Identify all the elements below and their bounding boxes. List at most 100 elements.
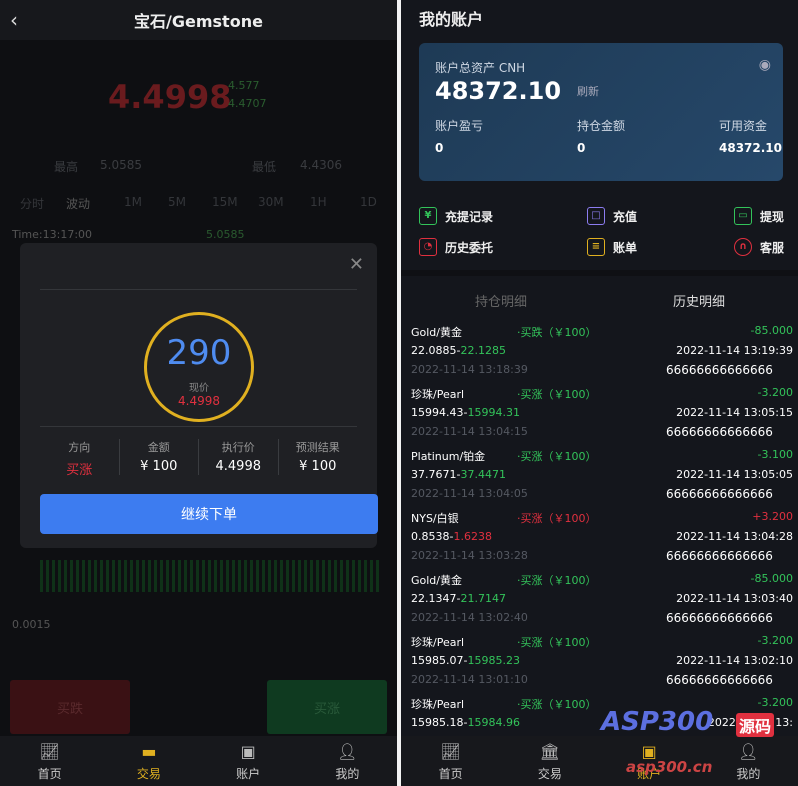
close-time: 2022-11-14 13:19:39: [676, 344, 793, 357]
open-price: 22.1347-: [411, 592, 461, 605]
tab-period[interactable]: 分时: [20, 195, 44, 212]
trade-prices: 0.8538-1.6238: [411, 530, 492, 543]
open-time: 2022-11-14 13:04:15: [411, 425, 528, 438]
order-id: 66666666666666: [666, 425, 773, 439]
trade-row[interactable]: 珍珠/Pearl ·买涨（￥100） -3.200 15985.07-15985.23…: [411, 632, 795, 694]
trade-prices: 37.7671-37.4471: [411, 468, 506, 481]
tab-positions[interactable]: 持仓明细: [475, 291, 527, 310]
close-price: 15984.96: [467, 716, 520, 729]
eye-icon[interactable]: ◉: [759, 57, 771, 73]
nav-account[interactable]: ▣ 账户: [199, 736, 298, 786]
order-modal: ✕ 290 现价 4.4998 方向 买涨 金额 ¥ 100 执行价 4.499…: [20, 243, 378, 548]
watermark-url: asp300.cn: [626, 758, 713, 776]
service-icon: ∩: [734, 238, 752, 256]
trade-list: Gold/黄金 ·买跌（￥100） -85.000 22.0885-22.1285 20…: [411, 322, 795, 756]
close-time: 2022-11-14 13:04:28: [676, 530, 793, 543]
continue-order-button[interactable]: 继续下单: [40, 494, 378, 534]
action-withdraw[interactable]: ▭ 提现: [734, 207, 784, 225]
tab-period[interactable]: 15M: [212, 195, 238, 209]
current-price: 4.4998: [108, 78, 232, 116]
info-value: 4.4998: [215, 459, 262, 474]
divider: [40, 426, 357, 427]
buy-button[interactable]: 买涨: [267, 680, 387, 734]
open-price: 22.0885-: [411, 344, 461, 357]
nav-trade[interactable]: ▬ 交易: [99, 736, 198, 786]
trade-prices: 22.1347-21.7147: [411, 592, 506, 605]
high-value: 5.0585: [100, 158, 142, 172]
trade-row[interactable]: Gold/黄金 ·买涨（￥100） -85.000 22.1347-21.7147 20…: [411, 570, 795, 632]
chart-axis-label: 0.0015: [12, 618, 51, 631]
nav-mine[interactable]: 👤︎ 我的: [298, 736, 397, 786]
bottom-nav: 📈︎ 首页 🏛︎ 交易 ▣ 账户 👤︎ 我的: [401, 736, 798, 786]
trade-row[interactable]: NYS/白银 ·买涨（￥100） +3.200 0.8538-1.6238 2022-1…: [411, 508, 795, 570]
trade-row[interactable]: Gold/黄金 ·买跌（￥100） -85.000 22.0885-22.1285 20…: [411, 322, 795, 384]
sell-button[interactable]: 买跌: [10, 680, 130, 734]
user-icon: 👤︎: [337, 742, 358, 761]
info-direction: 方向 买涨: [40, 439, 120, 478]
refresh-button[interactable]: 刷新: [577, 83, 599, 99]
open-price: 15994.43-: [411, 406, 468, 419]
trade-name: NYS/白银: [411, 512, 459, 525]
close-icon[interactable]: ✕: [349, 254, 364, 275]
action-record[interactable]: ¥ 充提记录: [419, 207, 493, 225]
open-time: 2022-11-14 13:03:28: [411, 549, 528, 562]
low-label: 最低: [252, 160, 277, 174]
order-id: 66666666666666: [666, 673, 773, 687]
deposit-icon: □: [587, 207, 605, 225]
nav-home[interactable]: 📈︎ 首页: [0, 736, 99, 786]
info-key: 预测结果: [295, 441, 340, 454]
order-id: 66666666666666: [666, 611, 773, 625]
action-service[interactable]: ∩ 客服: [734, 238, 784, 256]
wallet-icon: ▣: [240, 742, 256, 761]
action-label: 历史委托: [445, 240, 494, 255]
chart-time-value: 5.0585: [206, 228, 245, 241]
action-label: 充值: [613, 209, 638, 224]
nav-mine[interactable]: 👤︎ 我的: [699, 736, 798, 786]
asset-card: 账户总资产 CNH ◉ 48372.10 刷新 账户盈亏 0 持仓金额 0 可用…: [419, 43, 783, 181]
chart-icon: 📈︎: [39, 742, 60, 761]
open-time: 2022-11-14 13:04:05: [411, 487, 528, 500]
info-key: 执行价: [221, 441, 255, 454]
high-label: 最高: [54, 160, 79, 174]
trade-direction: ·买涨（￥100）: [517, 698, 597, 711]
info-value: ¥ 100: [140, 459, 178, 474]
close-time: 2022-11-14 13:05:05: [676, 468, 793, 481]
tab-period[interactable]: 1M: [124, 195, 142, 209]
order-info: 方向 买涨 金额 ¥ 100 执行价 4.4998 预测结果 ¥ 100: [40, 439, 357, 478]
chart-icon: 📈︎: [440, 742, 461, 761]
page-title: 宝石/Gemstone: [134, 12, 263, 31]
trade-name: 珍珠/Pearl: [411, 636, 465, 649]
action-bill[interactable]: ≡ 账单: [587, 238, 637, 256]
trade-direction: ·买涨（￥100）: [517, 512, 597, 525]
low-value: 4.4306: [300, 158, 342, 172]
nav-trade[interactable]: 🏛︎ 交易: [500, 736, 599, 786]
action-deposit[interactable]: □ 充值: [587, 207, 637, 225]
tab-history[interactable]: 历史明细: [673, 291, 725, 310]
close-price: 37.4471: [460, 468, 506, 481]
trade-pnl: +3.200: [752, 510, 793, 523]
close-price: 21.7147: [460, 592, 506, 605]
tab-period[interactable]: 波动: [66, 195, 90, 212]
nav-label: 交易: [537, 767, 562, 781]
tab-period[interactable]: 1D: [360, 195, 377, 209]
order-id: 66666666666666: [666, 487, 773, 501]
close-price: 1.6238: [453, 530, 492, 543]
trade-pnl: -3.200: [757, 634, 793, 647]
tab-period[interactable]: 5M: [168, 195, 186, 209]
action-history[interactable]: ◔ 历史委托: [419, 238, 493, 256]
countdown-ring: 290 现价 4.4998: [144, 312, 254, 422]
period-tabs: 分时 波动 1M 5M 15M 30M 1H 1D: [0, 195, 397, 213]
trade-row[interactable]: 珍珠/Pearl ·买涨（￥100） -3.200 15994.43-15994.31…: [411, 384, 795, 446]
back-chevron-icon[interactable]: ‹: [10, 8, 18, 32]
tab-period[interactable]: 1H: [310, 195, 327, 209]
tab-period[interactable]: 30M: [258, 195, 284, 209]
trade-row[interactable]: Platinum/铂金 ·买涨（￥100） -3.100 37.7671-37.447…: [411, 446, 795, 508]
info-key: 金额: [147, 441, 170, 454]
trade-name: Gold/黄金: [411, 326, 462, 339]
record-icon: ¥: [419, 207, 437, 225]
trade-name: 珍珠/Pearl: [411, 388, 465, 401]
info-amount: 金额 ¥ 100: [120, 439, 199, 475]
bill-icon: ≡: [587, 238, 605, 256]
bank-icon: 🏛︎: [539, 742, 561, 761]
nav-home[interactable]: 📈︎ 首页: [401, 736, 500, 786]
